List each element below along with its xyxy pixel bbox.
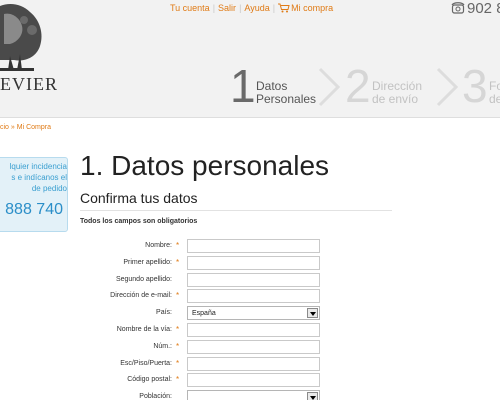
dropdown-arrow-icon[interactable] (307, 308, 318, 319)
logo-wordmark: EVIER (0, 74, 58, 94)
form-row: Nombre de la vía: * (0, 323, 500, 339)
required-note: Todos los campos son obligatorios (80, 218, 198, 225)
cart-link[interactable]: Mi compra (278, 3, 333, 13)
telephone-icon (451, 2, 465, 14)
account-link[interactable]: Tu cuenta (170, 3, 210, 13)
top-links: Tu cuenta | Salir | Ayuda | Mi compra (170, 3, 333, 13)
section-subtitle: Confirma tus datos (80, 190, 198, 206)
field-label: Código postal: (127, 376, 172, 384)
field-label: Segundo apellido: (115, 275, 172, 283)
form-row: Segundo apellido: (0, 272, 500, 289)
required-asterisk: * (176, 241, 180, 250)
field-label: Dirección de e-mail: (110, 292, 172, 300)
required-asterisk: * (176, 291, 180, 301)
field-label: Primer apellido: (123, 258, 172, 266)
field-label: Nombre de la vía: (116, 326, 172, 333)
form-row: País: España (0, 306, 500, 322)
form-row: Núm.: * (0, 339, 500, 356)
field-select[interactable]: España (187, 306, 320, 321)
form-row: Población: (0, 390, 500, 400)
required-asterisk: * (176, 375, 180, 385)
required-asterisk: * (176, 257, 180, 267)
form-row: Código postal: * (0, 373, 500, 389)
field-input[interactable] (187, 356, 320, 371)
link-separator: | (212, 3, 216, 13)
step-label-line2: de envío (372, 92, 419, 106)
step-label: Dirección de envío (372, 80, 422, 106)
divider (80, 210, 392, 211)
form-row: Dirección de e-mail: * (0, 289, 500, 305)
field-input[interactable] (187, 272, 320, 287)
step-label-line1: Datos (256, 79, 288, 93)
field-input[interactable] (187, 339, 320, 354)
step-number: 3 (462, 60, 488, 112)
breadcrumb: cio » Mi Compra (0, 124, 51, 131)
field-input[interactable] (187, 239, 320, 253)
field-label: País: (156, 309, 172, 317)
form-row: Primer apellido: * (0, 255, 500, 272)
help-box: lquier incidencia s e indícanos el de pe… (0, 157, 68, 232)
link-separator: | (239, 3, 242, 13)
cart-link-label: Mi compra (291, 3, 334, 13)
link-separator: | (272, 3, 276, 13)
step-label-line1: Dirección (372, 79, 423, 93)
header-phone: 902 8 (451, 0, 500, 17)
field-input[interactable] (187, 289, 320, 304)
required-asterisk: * (176, 358, 180, 368)
select-value: España (192, 310, 216, 318)
form-row: Nombre: * (0, 239, 500, 255)
field-input[interactable] (187, 373, 320, 388)
step-number: 1 (230, 60, 256, 112)
site-header: EVIER Tu cuenta | Salir | Ayuda | Mi compra 90… (0, 0, 500, 118)
breadcrumb-current[interactable]: Mi Compra (17, 124, 51, 131)
breadcrumb-separator: » (10, 124, 15, 131)
step-label-line2: Personales (256, 92, 317, 106)
step-chevron-icon (318, 67, 341, 107)
checkout-page: EVIER Tu cuenta | Salir | Ayuda | Mi compra 90… (0, 0, 500, 400)
breadcrumb-home-link[interactable]: cio (0, 124, 9, 131)
field-input[interactable] (187, 255, 320, 270)
step-label-line1: Fo (489, 79, 500, 93)
step-label: Fo de (489, 80, 500, 106)
step-label: Datos Personales (256, 80, 316, 106)
phone-number: 902 8 (467, 0, 500, 17)
page-title: 1. Datos personales (80, 150, 330, 181)
field-label: Nombre: (145, 242, 172, 249)
help-link[interactable]: Ayuda (244, 3, 269, 13)
dropdown-arrow-icon[interactable] (307, 392, 318, 400)
step-chevron-icon (436, 67, 459, 107)
field-label: Población: (139, 393, 172, 400)
cart-icon (278, 3, 290, 13)
required-asterisk: * (176, 325, 180, 334)
step-number: 2 (345, 60, 371, 112)
help-phone: 888 740 (5, 201, 63, 218)
field-input[interactable] (187, 323, 320, 337)
field-label: Esc/Piso/Puerta: (120, 359, 172, 367)
field-select[interactable] (187, 390, 320, 400)
required-asterisk: * (176, 341, 180, 351)
form-row: Esc/Piso/Puerta: * (0, 356, 500, 373)
help-text: lquier incidencia s e indícanos el de pe… (9, 162, 67, 193)
logout-link[interactable]: Salir (218, 3, 236, 13)
field-label: Núm.: (153, 342, 172, 350)
step-label-line2: de (489, 92, 500, 106)
